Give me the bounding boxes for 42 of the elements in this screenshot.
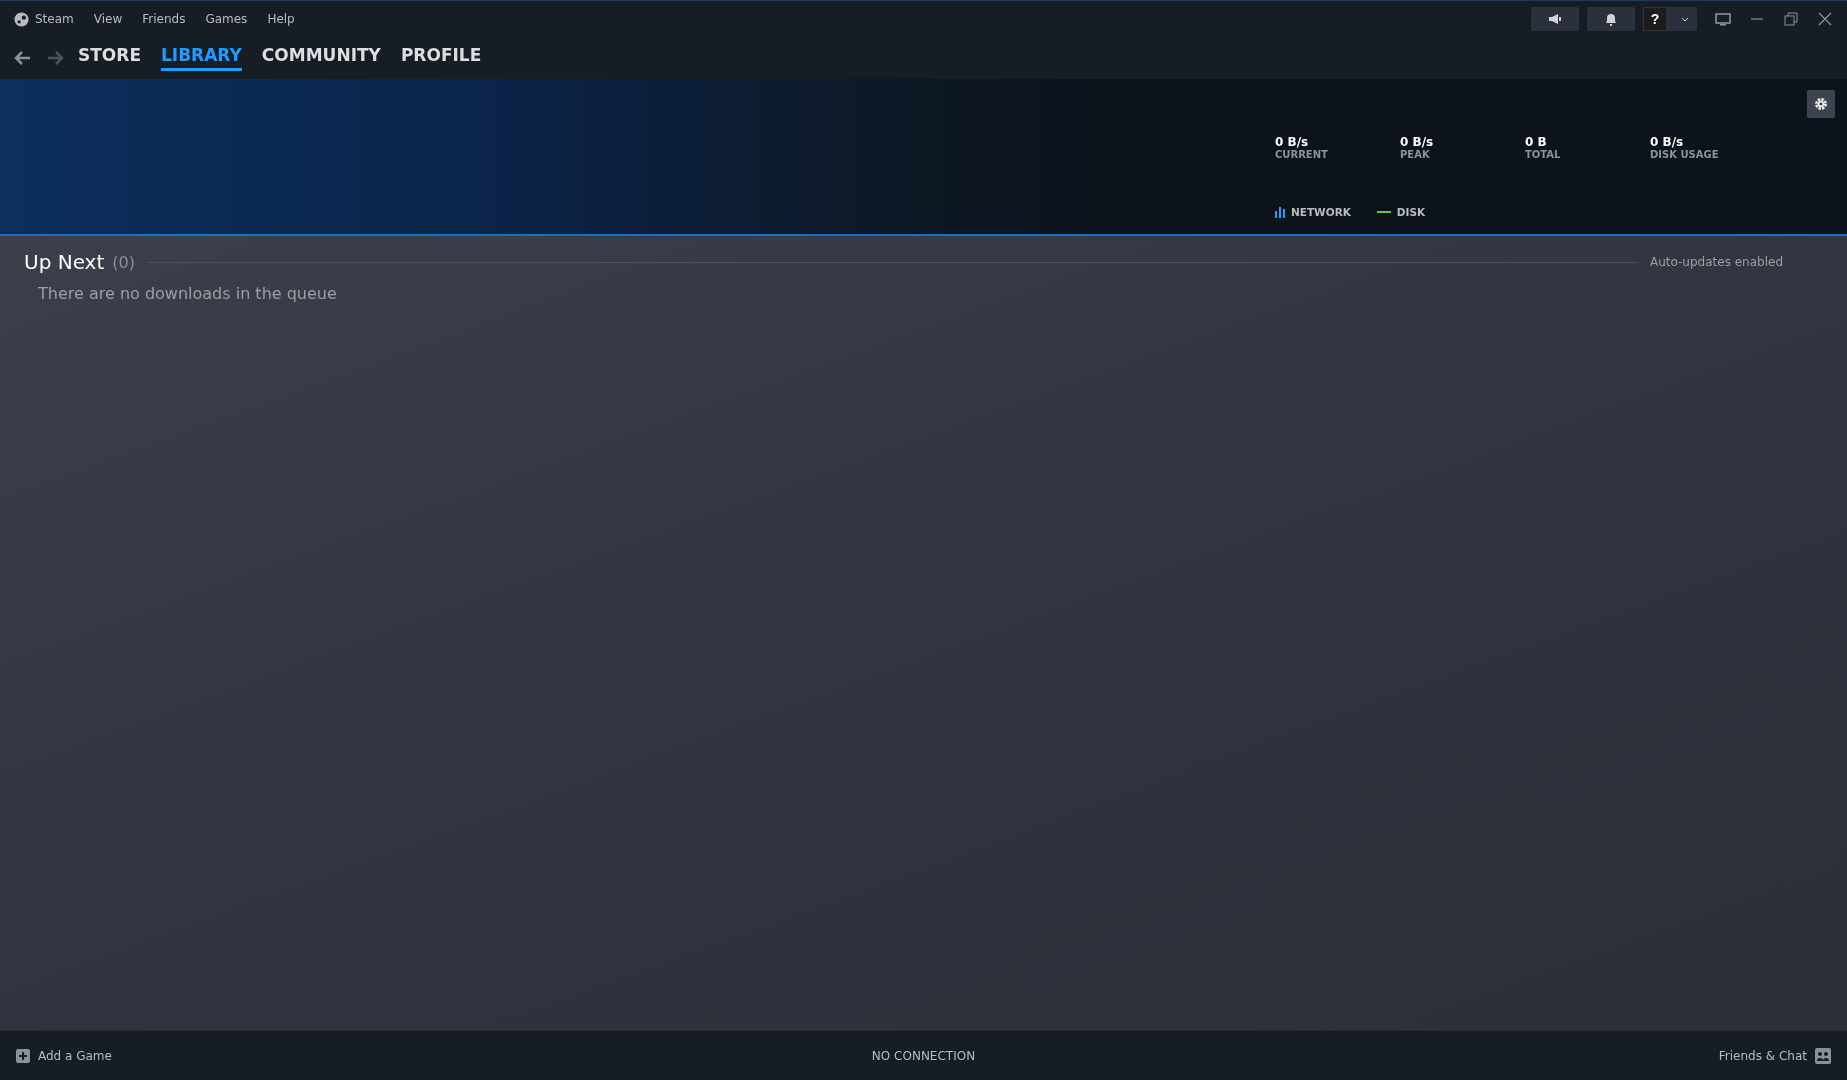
plus-icon <box>16 1048 30 1063</box>
menu-item[interactable]: Steam <box>35 12 74 26</box>
legend-label: NETWORK <box>1291 206 1351 218</box>
friends-chat-button[interactable]: Friends & Chat <box>1718 1047 1831 1064</box>
stat-label: DISK USAGE <box>1650 149 1720 160</box>
restore-icon[interactable] <box>1783 11 1799 27</box>
monitor-icon[interactable] <box>1715 11 1731 27</box>
nav-tab[interactable]: COMMUNITY <box>261 45 381 71</box>
menu-item[interactable]: Games <box>205 12 248 26</box>
stat-label: CURRENT <box>1275 149 1329 160</box>
connection-status: NO CONNECTION <box>871 1048 976 1063</box>
stat-value: 0 B/s <box>1650 135 1685 149</box>
legend-label: DISK <box>1396 206 1426 218</box>
menu-item[interactable]: Help <box>267 12 295 26</box>
nav-tab[interactable]: LIBRARY <box>161 45 242 71</box>
nav-tab[interactable]: PROFILE <box>400 45 482 71</box>
bell-icon <box>1605 12 1617 26</box>
nav-tab[interactable]: STORE <box>78 45 141 71</box>
stat-value: 0 B <box>1525 135 1548 149</box>
gear-icon <box>1814 97 1828 111</box>
back-arrow-icon[interactable] <box>14 49 32 67</box>
stat-label: PEAK <box>1400 149 1431 160</box>
steam-logo-icon <box>14 11 29 27</box>
settings-button[interactable] <box>1807 90 1835 118</box>
empty-queue-message: There are no downloads in the queue <box>38 284 338 303</box>
notifications-button[interactable] <box>1587 7 1635 31</box>
queue-count: (0) <box>112 252 135 272</box>
menu-item[interactable]: View <box>93 12 123 26</box>
help-menu-button[interactable]: ? <box>1643 7 1697 31</box>
stat-value: 0 B/s <box>1400 135 1435 149</box>
auto-update-status: Auto-updates enabled <box>1649 255 1783 269</box>
add-game-button[interactable]: Add a Game <box>16 1048 112 1063</box>
megaphone-icon <box>1548 13 1562 25</box>
chevron-down-icon <box>1681 16 1689 22</box>
menu-item[interactable]: Friends <box>142 12 186 26</box>
people-icon <box>1815 1047 1831 1064</box>
help-button[interactable]: ? <box>1643 7 1667 31</box>
announcements-button[interactable] <box>1531 7 1579 31</box>
stat-label: TOTAL <box>1525 149 1562 160</box>
close-icon[interactable] <box>1817 11 1833 27</box>
section-title: Up Next <box>24 250 105 274</box>
stat-value: 0 B/s <box>1275 135 1310 149</box>
